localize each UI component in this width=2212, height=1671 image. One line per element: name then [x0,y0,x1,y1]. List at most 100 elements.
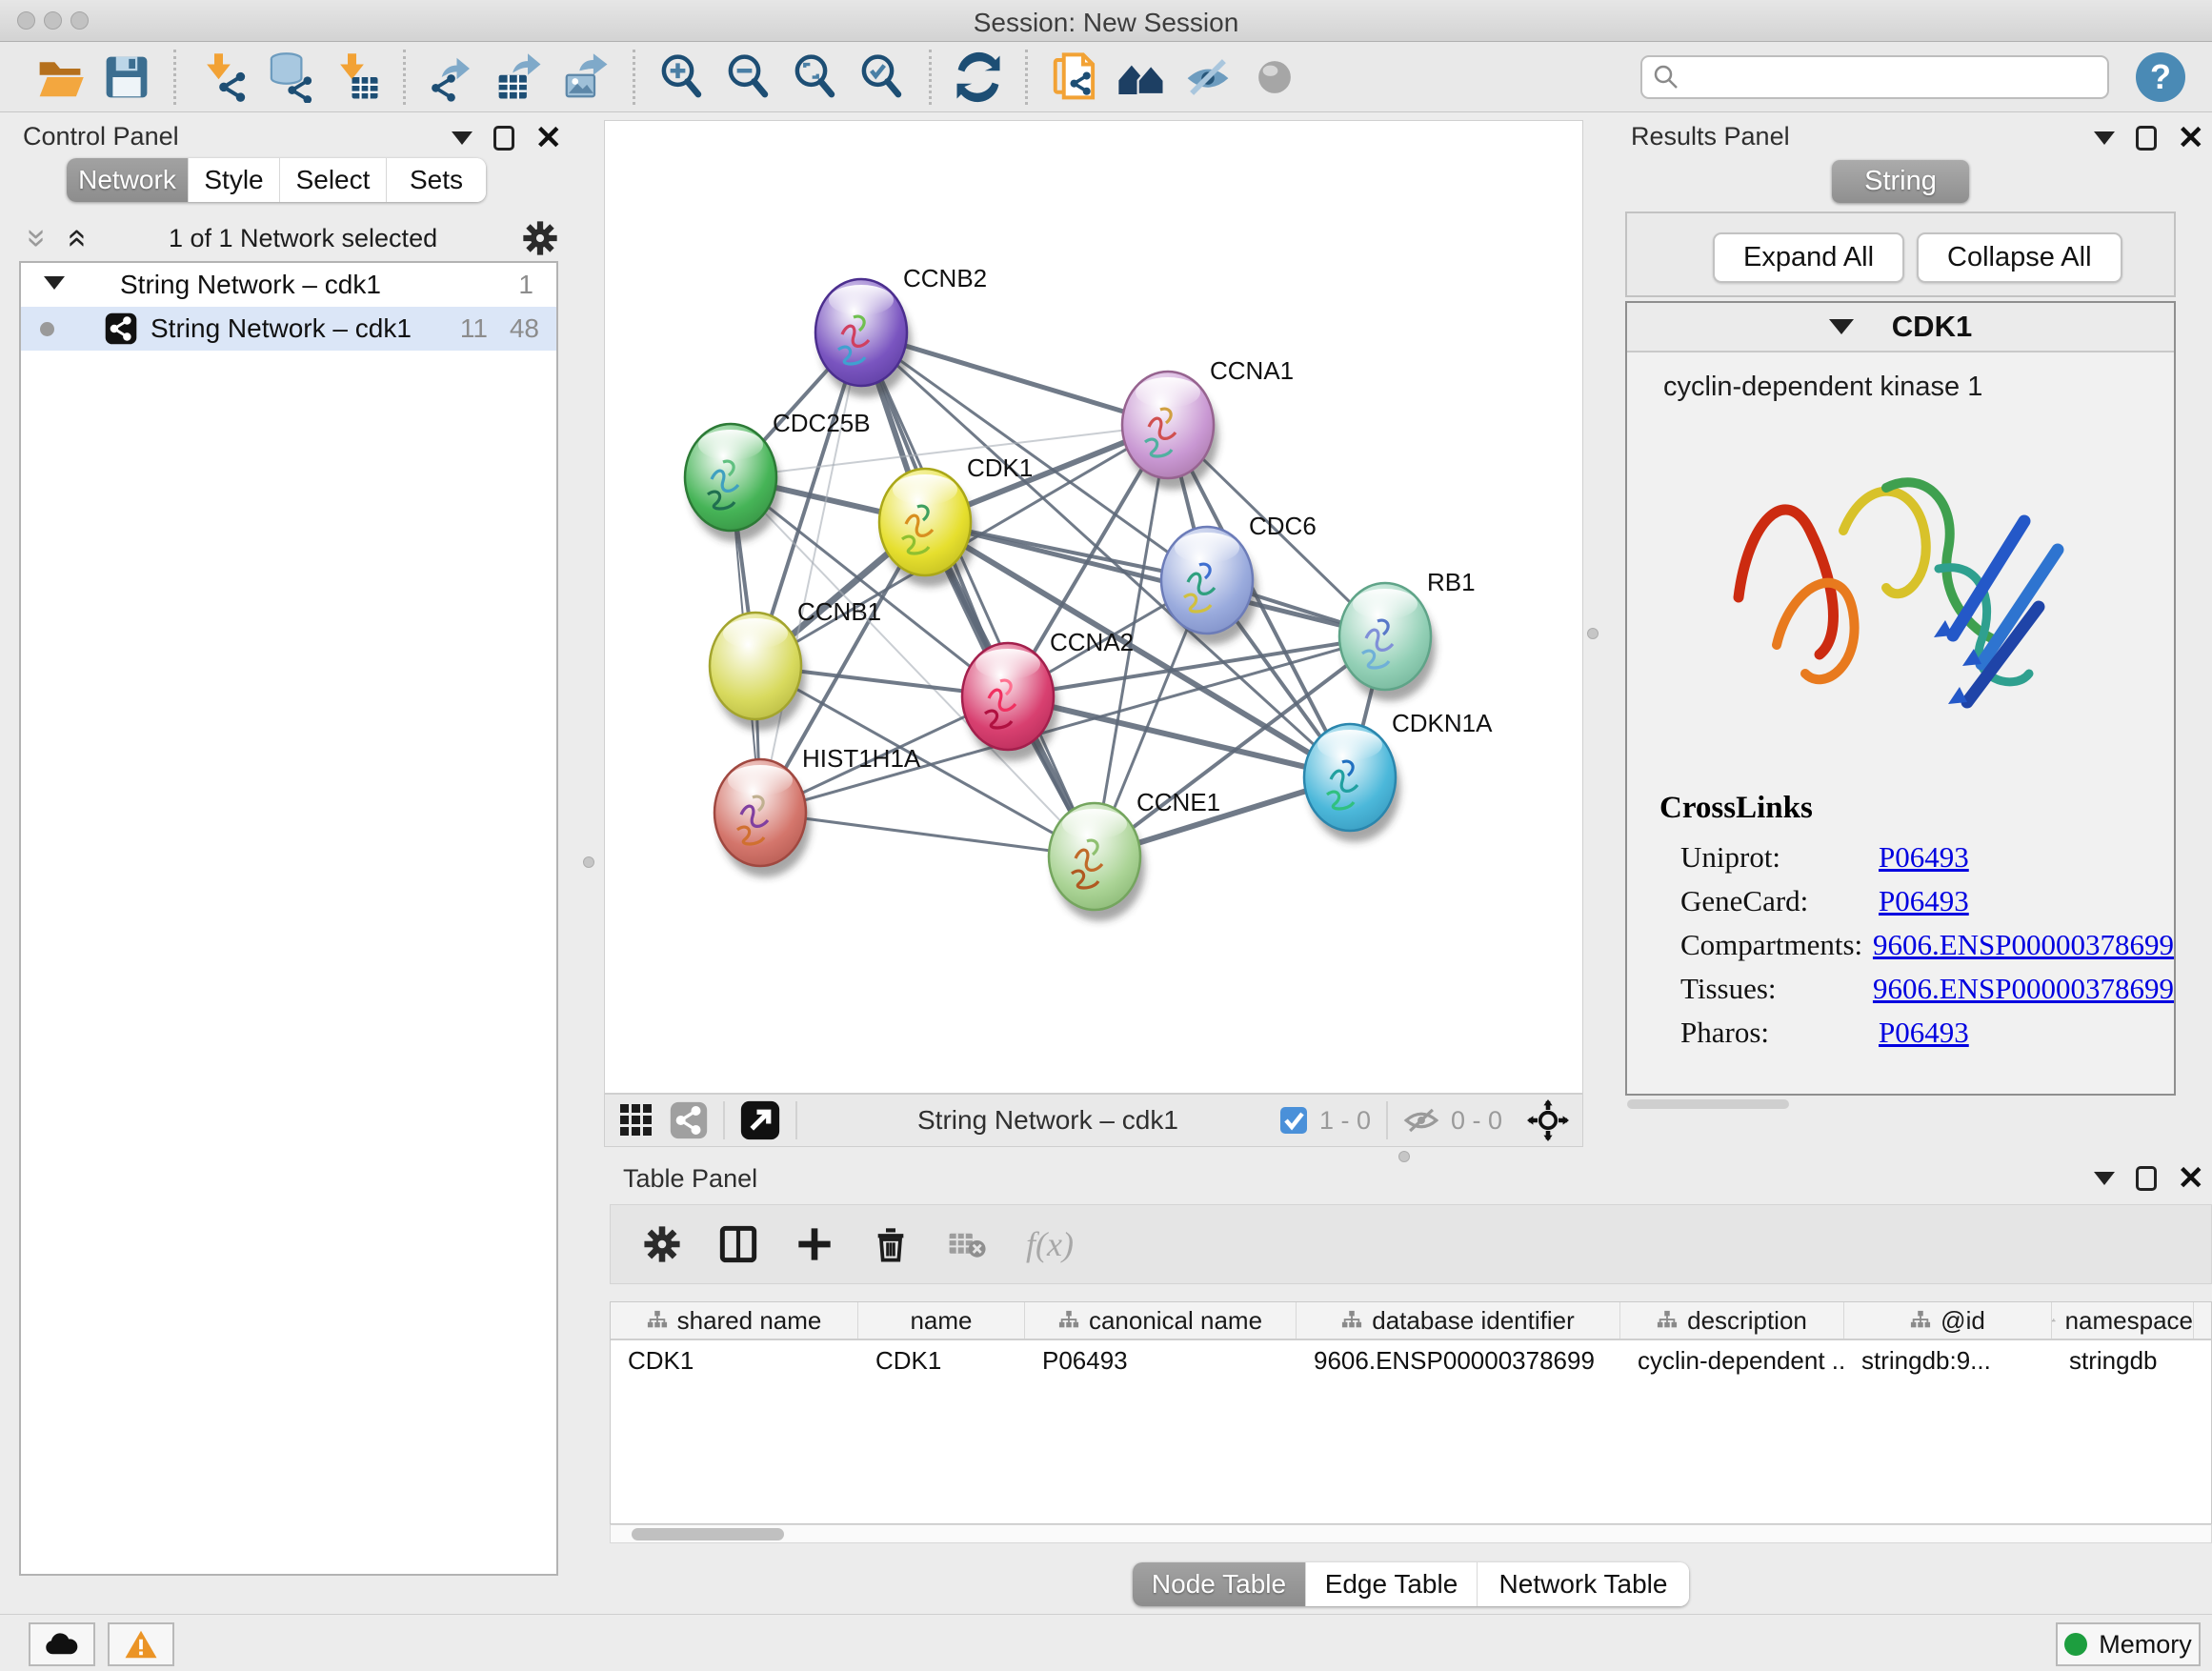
tab-network[interactable]: Network [67,158,189,202]
control-panel-float-icon[interactable] [493,126,514,151]
import-network-database-button[interactable] [256,46,323,109]
network-node-hist1h1a[interactable] [714,759,811,877]
table-panel-float-icon[interactable] [2136,1166,2157,1191]
table-row[interactable]: CDK1CDK1P064939606.ENSP00000378699cyclin… [611,1340,2211,1380]
export-table-button[interactable] [486,46,553,109]
import-table-file-button[interactable] [323,46,390,109]
network-collection-row[interactable]: String Network – cdk1 1 [21,263,556,307]
network-graph[interactable]: CCNB2CCNA1CDC25BCDK1CDC6RB1CCNB1CCNA2CDK… [605,121,1582,1093]
cdk1-section-header[interactable]: CDK1 [1627,303,2174,352]
create-column-plus-icon[interactable] [795,1225,834,1263]
zoom-selected-button[interactable] [849,46,915,109]
zoom-out-button[interactable] [715,46,782,109]
table-cell[interactable]: 9606.ENSP00000378699 [1297,1340,1620,1380]
refresh-button[interactable] [945,46,1012,109]
table-cell[interactable]: stringdb:9... [1844,1340,2052,1380]
collapse-all-networks-icon[interactable]: » [65,229,84,248]
tab-node-table[interactable]: Node Table [1133,1562,1306,1606]
tab-style[interactable]: Style [189,158,280,202]
cdk1-collapse-icon[interactable] [1829,319,1854,334]
column-header-description[interactable]: description [1620,1302,1844,1339]
open-session-button[interactable] [27,46,93,109]
network-node-cdkn1a[interactable] [1304,724,1400,842]
table-cell[interactable]: P06493 [1025,1340,1297,1380]
network-options-gear-icon[interactable] [522,220,558,256]
crosslink-compartments-link[interactable]: 9606.ENSP00000378699 [1873,928,2174,962]
show-columns-icon[interactable] [719,1225,757,1263]
expand-all-networks-icon[interactable]: » [29,229,48,248]
network-node-ccna1[interactable] [1122,372,1218,490]
control-panel-menu-icon[interactable] [452,131,473,145]
tab-edge-table[interactable]: Edge Table [1306,1562,1478,1606]
results-panel-menu-icon[interactable] [2094,131,2115,145]
selected-checkbox-icon[interactable] [1279,1106,1308,1135]
zoom-fit-button[interactable] [782,46,849,109]
network-view-icon[interactable] [670,1101,708,1139]
save-session-button[interactable] [93,46,160,109]
column-header-namespace[interactable]: namespace [2052,1302,2194,1339]
hide-glass-effect-button[interactable] [1175,46,1241,109]
table-panel-menu-icon[interactable] [2094,1172,2115,1185]
column-header--id[interactable]: @id [1844,1302,2052,1339]
control-panel-close-icon[interactable]: ✕ [535,126,563,151]
detach-view-icon[interactable] [740,1100,780,1140]
network-node-ccnb1[interactable] [710,613,806,731]
crosslink-tissues-link[interactable]: 9606.ENSP00000378699 [1873,972,2174,1006]
network-edge[interactable] [760,332,861,813]
import-network-file-button[interactable] [190,46,256,109]
scrollbar-thumb[interactable] [632,1528,784,1540]
cloud-status-button[interactable] [29,1622,95,1666]
birdseye-crosshair-icon[interactable] [1527,1099,1569,1141]
results-panel-close-icon[interactable]: ✕ [2178,126,2205,151]
bottom-splitter-handle[interactable] [1398,1151,1410,1162]
export-network-button[interactable] [419,46,486,109]
expand-all-button[interactable]: Expand All [1713,232,1904,283]
network-node-cdc6[interactable] [1161,527,1257,645]
network-node-cdc25b[interactable] [685,424,781,542]
zoom-in-button[interactable] [649,46,715,109]
delete-column-trash-icon[interactable] [872,1225,910,1263]
tab-select[interactable]: Select [280,158,387,202]
export-image-button[interactable] [553,46,619,109]
results-panel-float-icon[interactable] [2136,126,2157,151]
network-canvas[interactable]: CCNB2CCNA1CDC25BCDK1CDC6RB1CCNB1CCNA2CDK… [604,120,1583,1094]
network-edge[interactable] [861,332,1095,856]
string-home-button[interactable] [1108,46,1175,109]
grid-view-icon[interactable] [618,1102,654,1138]
column-header-canonical-name[interactable]: canonical name [1025,1302,1297,1339]
string-results-tab[interactable]: String [1832,160,1969,203]
table-cell[interactable]: cyclin-dependent ... [1620,1340,1844,1380]
table-horizontal-scrollbar[interactable] [610,1524,2212,1543]
hidden-eye-slash-icon[interactable] [1403,1105,1439,1136]
global-search[interactable] [1640,55,2109,99]
crosslink-genecard-link[interactable]: P06493 [1879,884,1969,918]
crosslink-uniprot-link[interactable]: P06493 [1879,840,1969,875]
show-graphics-button[interactable] [1241,46,1308,109]
results-scrollbar[interactable] [1627,1099,1789,1109]
network-node-rb1[interactable] [1339,583,1436,701]
column-header-name[interactable]: name [858,1302,1025,1339]
memory-button[interactable]: Memory [2056,1622,2201,1666]
warning-status-button[interactable] [108,1622,174,1666]
help-button[interactable]: ? [2136,52,2185,102]
table-cell[interactable]: CDK1 [611,1340,858,1380]
table-options-gear-icon[interactable] [643,1225,681,1263]
crosslink-pharos-link[interactable]: P06493 [1879,1016,1969,1050]
network-node-ccna2[interactable] [962,643,1058,761]
table-cell[interactable]: stringdb [2052,1340,2194,1380]
search-input[interactable] [1680,61,2098,92]
network-node-ccnb2[interactable] [815,279,912,397]
left-splitter-handle[interactable] [583,856,594,868]
network-row-selected[interactable]: String Network – cdk1 11 48 [21,307,556,351]
network-node-cdk1[interactable] [879,469,975,587]
tab-sets[interactable]: Sets [387,158,486,202]
collapse-all-button[interactable]: Collapse All [1917,232,2122,283]
collection-expand-icon[interactable] [44,276,65,290]
table-cell[interactable]: CDK1 [858,1340,1025,1380]
string-copy-network-button[interactable] [1041,46,1108,109]
column-header-shared-name[interactable]: shared name [611,1302,858,1339]
network-node-ccne1[interactable] [1049,803,1145,921]
table-panel-close-icon[interactable]: ✕ [2178,1166,2205,1191]
tab-network-table[interactable]: Network Table [1478,1562,1689,1606]
column-header-database-identifier[interactable]: database identifier [1297,1302,1620,1339]
